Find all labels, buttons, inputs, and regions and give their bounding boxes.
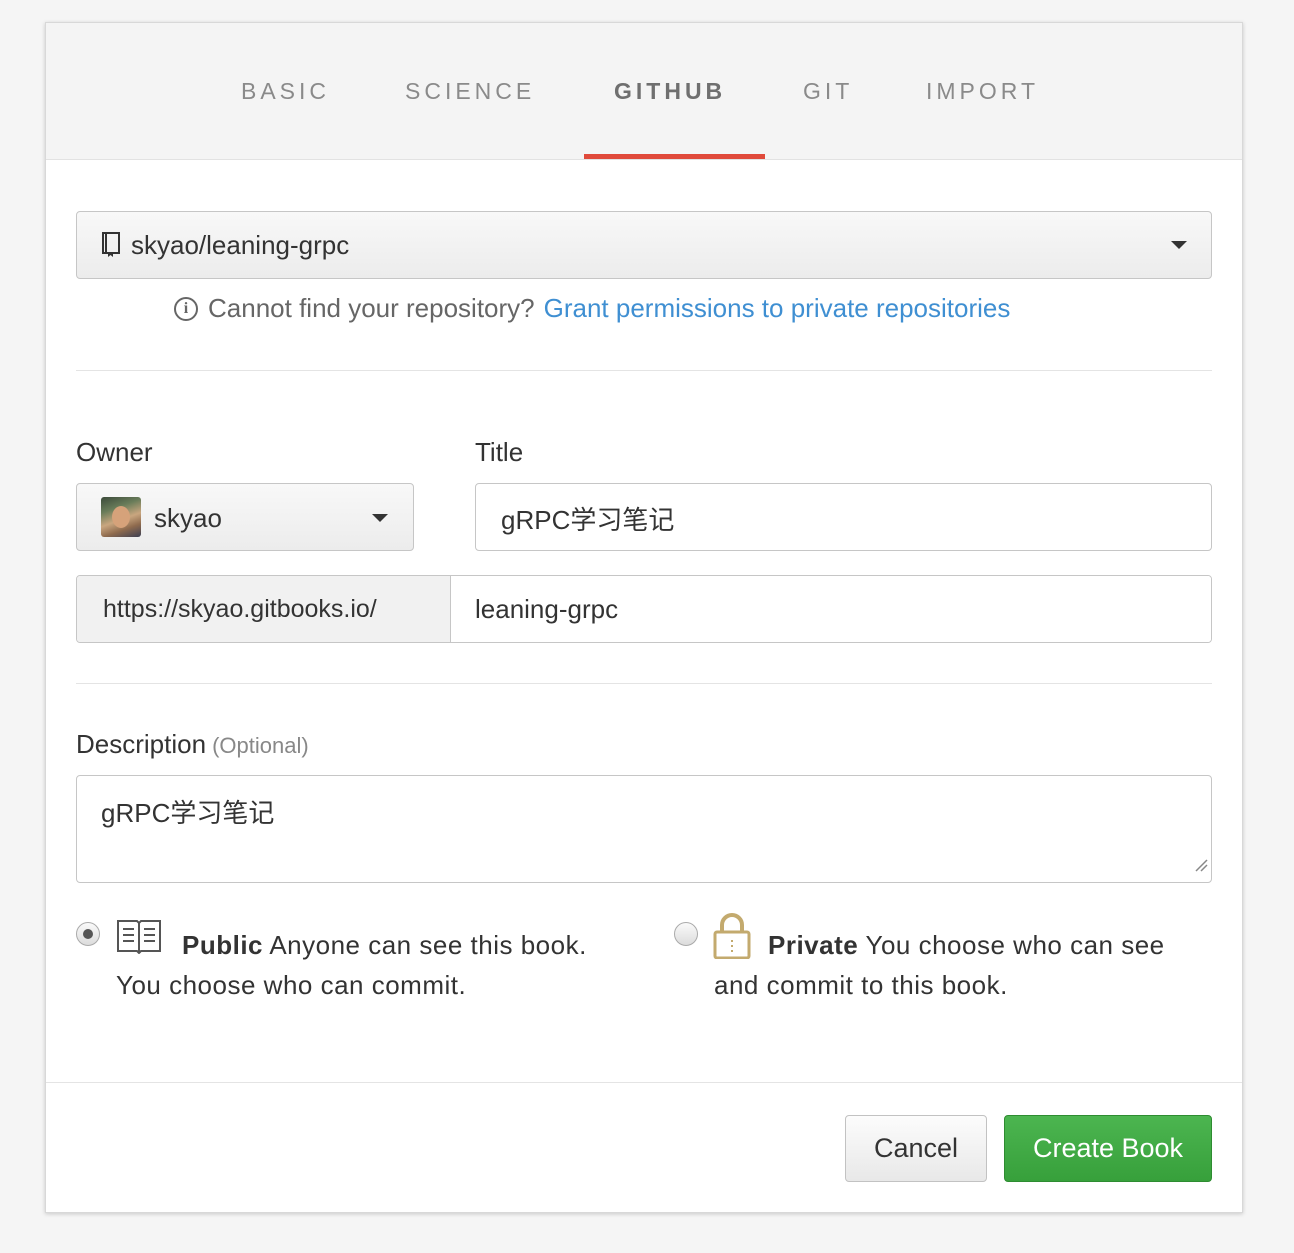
- title-label: Title: [475, 437, 524, 467]
- active-tab-indicator: [584, 154, 765, 159]
- url-field-group: https://skyao.gitbooks.io/ leaning-grpc: [76, 575, 1212, 643]
- url-prefix: https://skyao.gitbooks.io/: [77, 576, 451, 642]
- tab-git[interactable]: GIT: [803, 77, 853, 105]
- cancel-button[interactable]: Cancel: [845, 1115, 987, 1182]
- repository-hint: i Cannot find your repository? Grant per…: [174, 293, 1010, 324]
- book-icon: [101, 232, 121, 263]
- divider: [76, 683, 1212, 684]
- description-textarea[interactable]: gRPC学习笔记: [76, 775, 1212, 883]
- private-option[interactable]: Private You choose who can see and commi…: [714, 925, 1214, 1005]
- owner-select-value: skyao: [154, 503, 222, 533]
- create-book-dialog: BASIC SCIENCE GITHUB GIT IMPORT skyao/le…: [45, 22, 1243, 1213]
- owner-select[interactable]: skyao: [76, 483, 414, 551]
- tab-bar: BASIC SCIENCE GITHUB GIT IMPORT: [46, 23, 1242, 160]
- footer-divider: [46, 1082, 1242, 1083]
- tab-import[interactable]: IMPORT: [926, 77, 1039, 105]
- public-title: Public: [182, 930, 264, 960]
- tab-science[interactable]: SCIENCE: [405, 77, 535, 105]
- avatar: [101, 497, 141, 537]
- optional-hint: (Optional): [212, 733, 309, 758]
- grant-permissions-link[interactable]: Grant permissions to private repositorie…: [544, 293, 1011, 324]
- tab-github[interactable]: GITHUB: [614, 77, 726, 105]
- description-label-text: Description: [76, 729, 207, 759]
- title-input[interactable]: gRPC学习笔记: [475, 483, 1212, 551]
- description-label: Description (Optional): [76, 729, 309, 760]
- repository-select[interactable]: skyao/leaning-grpc: [76, 211, 1212, 279]
- public-option[interactable]: Public Anyone can see this book. You cho…: [116, 925, 616, 1005]
- owner-label: Owner: [76, 437, 153, 467]
- private-radio[interactable]: [674, 922, 698, 946]
- chevron-down-icon: [372, 514, 388, 522]
- chevron-down-icon: [1171, 241, 1187, 249]
- public-radio[interactable]: [76, 922, 100, 946]
- description-value: gRPC学习笔记: [101, 798, 275, 828]
- repository-select-value: skyao/leaning-grpc: [131, 230, 350, 260]
- repository-hint-text: Cannot find your repository?: [208, 293, 535, 323]
- info-icon: i: [174, 296, 198, 321]
- private-title: Private: [768, 930, 859, 960]
- create-book-button[interactable]: Create Book: [1004, 1115, 1212, 1182]
- resize-grip-icon[interactable]: [1194, 848, 1208, 879]
- tab-basic[interactable]: BASIC: [241, 77, 330, 105]
- url-slug-input[interactable]: leaning-grpc: [451, 576, 1211, 642]
- divider: [76, 370, 1212, 371]
